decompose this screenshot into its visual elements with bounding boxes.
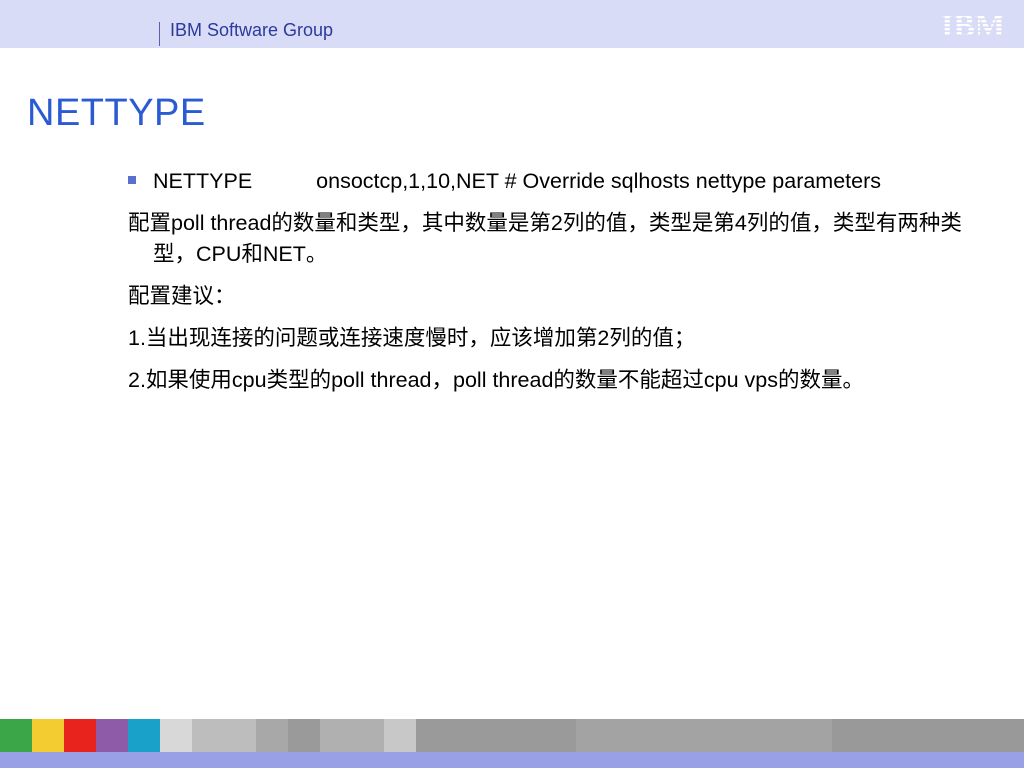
svg-text:IBM: IBM xyxy=(941,8,1005,40)
header-org-name: IBM Software Group xyxy=(170,20,334,40)
paragraph-advice-heading: 配置建议： xyxy=(128,284,236,308)
footer-color-block xyxy=(576,719,832,752)
paragraph-description: 配置poll thread的数量和类型，其中数量是第2列的值，类型是第4列的值，… xyxy=(128,211,962,266)
footer-color-block xyxy=(96,719,128,752)
footer-color-block xyxy=(192,719,256,752)
footer-color-block xyxy=(0,719,32,752)
bullet-item-nettype: NETTYPE onsoctcp,1,10,NET # Override sqlh… xyxy=(128,166,978,197)
footer-color-block xyxy=(288,719,320,752)
footer-color-block xyxy=(448,719,576,752)
square-bullet-icon xyxy=(128,176,136,184)
footer-color-block xyxy=(832,719,1024,752)
slide-content: NETTYPE onsoctcp,1,10,NET # Override sqlh… xyxy=(128,166,978,407)
footer-color-block xyxy=(256,719,288,752)
header-divider xyxy=(159,22,160,46)
footer-color-block xyxy=(32,719,64,752)
header-bar: IBM Software Group IBM xyxy=(0,0,1024,48)
slide-title: NETTYPE xyxy=(27,92,206,134)
paragraph-advice-2: 2.如果使用cpu类型的poll thread，poll thread的数量不能… xyxy=(128,368,864,392)
bullet-key: NETTYPE xyxy=(153,169,253,193)
footer-color-block xyxy=(128,719,160,752)
footer-color-block xyxy=(320,719,384,752)
footer-color-strip xyxy=(0,719,1024,752)
footer-color-block xyxy=(160,719,192,752)
footer-color-block xyxy=(384,719,416,752)
footer-color-block xyxy=(64,719,96,752)
bullet-value: onsoctcp,1,10,NET # Override sqlhosts ne… xyxy=(316,169,882,193)
footer-color-block xyxy=(416,719,448,752)
paragraph-advice-1: 1.当出现连接的问题或连接速度慢时，应该增加第2列的值； xyxy=(128,326,696,350)
ibm-logo-icon: IBM xyxy=(941,8,1005,40)
footer-bar xyxy=(0,752,1024,768)
